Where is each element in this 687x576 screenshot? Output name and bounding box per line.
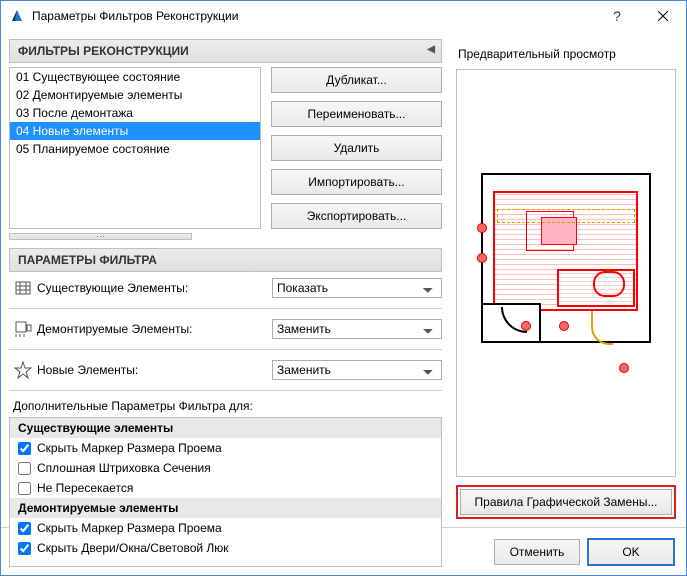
duplicate-button[interactable]: Дубликат... [271, 67, 442, 93]
delete-button[interactable]: Удалить [271, 135, 442, 161]
existing-label: Существующие Элементы: [37, 281, 272, 295]
check-row[interactable]: Не Пересекается [10, 478, 441, 498]
check-row[interactable]: Скрыть Маркер Размера Проема [10, 438, 441, 458]
import-button[interactable]: Импортировать... [271, 169, 442, 195]
checkbox[interactable] [18, 522, 31, 535]
new-label: Новые Элементы: [37, 363, 272, 377]
checkbox[interactable] [18, 462, 31, 475]
graphic-override-rules-button[interactable]: Правила Графической Замены... [460, 489, 672, 515]
demolished-icon [9, 320, 37, 338]
additional-params-label: Дополнительные Параметры Фильтра для: [9, 395, 442, 417]
filter-list-item[interactable]: 01 Существующее состояние [10, 68, 260, 86]
preview-drawing [471, 153, 661, 393]
filter-list[interactable]: 01 Существующее состояние 02 Демонтируем… [9, 67, 261, 229]
new-icon [9, 361, 37, 379]
demolished-label: Демонтируемые Элементы: [37, 322, 272, 336]
ok-button[interactable]: OK [588, 539, 674, 565]
existing-select[interactable]: Показать [272, 278, 442, 298]
check-row[interactable]: Сплошная Штриховка Сечения [10, 458, 441, 478]
filter-list-item[interactable]: 03 После демонтажа [10, 104, 260, 122]
help-button[interactable] [594, 1, 640, 31]
export-button[interactable]: Экспортировать... [271, 203, 442, 229]
rules-button-highlight: Правила Графической Замены... [456, 485, 676, 519]
window-title: Параметры Фильтров Реконструкции [32, 9, 594, 23]
titlebar: Параметры Фильтров Реконструкции [1, 1, 686, 31]
close-button[interactable] [640, 1, 686, 31]
new-select[interactable]: Заменить [272, 360, 442, 380]
rename-button[interactable]: Переименовать... [271, 101, 442, 127]
group-existing-header: Существующие элементы [10, 418, 441, 438]
preview-label: Предварительный просмотр [456, 39, 676, 69]
check-row[interactable]: Скрыть Маркер Размера Проема [10, 518, 441, 538]
left-pane: ФИЛЬТРЫ РЕКОНСТРУКЦИИ 01 Существующее со… [1, 31, 450, 527]
checkbox[interactable] [18, 482, 31, 495]
checkbox[interactable] [18, 442, 31, 455]
preview-box [456, 69, 676, 477]
right-pane: Предварительный просмотр Правила Графиче… [450, 31, 686, 527]
existing-icon [9, 279, 37, 297]
demolished-select[interactable]: Заменить [272, 319, 442, 339]
filters-section-header[interactable]: ФИЛЬТРЫ РЕКОНСТРУКЦИИ [9, 39, 442, 63]
additional-params-list[interactable]: Существующие элементы Скрыть Маркер Разм… [9, 417, 442, 567]
filter-list-item[interactable]: 02 Демонтируемые элементы [10, 86, 260, 104]
app-logo-icon [9, 8, 25, 24]
check-row[interactable]: Скрыть Двери/Окна/Световой Люк [10, 538, 441, 558]
filter-list-item-selected[interactable]: 04 Новые элементы [10, 122, 260, 140]
params-section-header: ПАРАМЕТРЫ ФИЛЬТРА [9, 248, 442, 272]
filter-list-item[interactable]: 05 Планируемое состояние [10, 140, 260, 158]
group-demolished-header: Демонтируемые элементы [10, 498, 441, 518]
checkbox[interactable] [18, 542, 31, 555]
splitter-handle[interactable]: ··· [9, 233, 192, 240]
cancel-button[interactable]: Отменить [494, 539, 580, 565]
